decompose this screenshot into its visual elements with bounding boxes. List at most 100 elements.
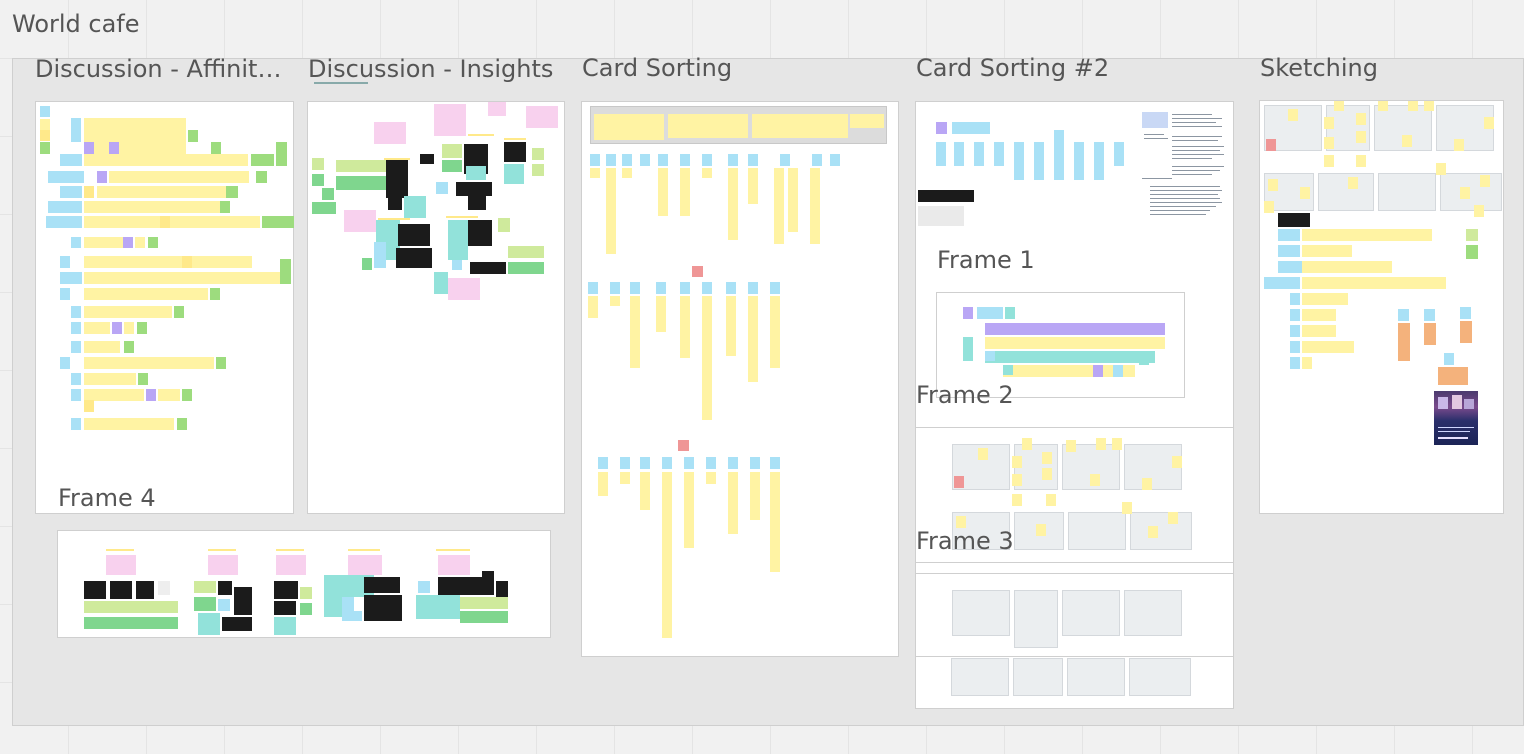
sticky-column[interactable] bbox=[770, 472, 780, 572]
sticky-cluster[interactable] bbox=[1302, 293, 1348, 305]
sticky-note[interactable] bbox=[220, 201, 230, 213]
sticky-note[interactable] bbox=[1324, 117, 1334, 129]
dark-card[interactable] bbox=[918, 190, 974, 202]
sticky-column[interactable] bbox=[728, 472, 738, 534]
sticky-note[interactable] bbox=[194, 581, 216, 593]
sticky-cluster[interactable] bbox=[1302, 245, 1352, 257]
sticky-column[interactable] bbox=[1014, 142, 1024, 180]
sketch-image[interactable] bbox=[1130, 512, 1192, 550]
sticky-cluster[interactable] bbox=[977, 307, 1003, 319]
sticky-cluster[interactable] bbox=[109, 171, 249, 183]
sticky-note[interactable] bbox=[188, 130, 198, 142]
sticky-note[interactable] bbox=[1012, 474, 1022, 486]
sticky-column[interactable] bbox=[702, 168, 712, 178]
sticky-note[interactable] bbox=[198, 613, 220, 635]
sticky-note[interactable] bbox=[598, 457, 608, 469]
sticky-note[interactable] bbox=[630, 282, 640, 294]
sticky-note[interactable] bbox=[684, 457, 694, 469]
sticky-note[interactable] bbox=[1090, 474, 1100, 486]
sticky-note[interactable] bbox=[748, 282, 758, 294]
sticky-note[interactable] bbox=[322, 188, 334, 200]
red-marker[interactable] bbox=[954, 476, 964, 488]
empty-card[interactable] bbox=[918, 206, 964, 226]
sticky-cluster[interactable] bbox=[84, 201, 224, 213]
dark-card[interactable] bbox=[438, 577, 482, 595]
frame-sketching[interactable] bbox=[1259, 100, 1504, 514]
sticky-note[interactable] bbox=[1290, 357, 1300, 369]
sticky-cluster[interactable] bbox=[46, 216, 82, 228]
sticky-note[interactable] bbox=[374, 122, 406, 144]
sticky-cluster[interactable] bbox=[952, 122, 990, 134]
sticky-note[interactable] bbox=[211, 142, 221, 154]
sticky-note[interactable] bbox=[1172, 456, 1182, 468]
sticky-note[interactable] bbox=[60, 288, 70, 300]
sticky-note[interactable] bbox=[218, 599, 230, 611]
sticky-note[interactable] bbox=[438, 607, 458, 619]
sticky-note[interactable] bbox=[256, 171, 267, 183]
sticky-note[interactable] bbox=[1268, 179, 1278, 191]
sticky-note[interactable] bbox=[348, 555, 382, 575]
dark-card[interactable] bbox=[364, 577, 400, 593]
sticky-note[interactable] bbox=[182, 389, 192, 401]
sticky-note[interactable] bbox=[606, 154, 616, 166]
sticky-note[interactable] bbox=[60, 357, 70, 369]
sticky-note[interactable] bbox=[610, 282, 620, 294]
sticky-note[interactable] bbox=[251, 154, 274, 166]
sticky-note[interactable] bbox=[1290, 341, 1300, 353]
dark-card[interactable] bbox=[234, 587, 252, 601]
sticky-cluster[interactable] bbox=[84, 306, 172, 318]
sticky-note[interactable] bbox=[1324, 137, 1334, 149]
frame-title-affinity[interactable]: Discussion - Affinity Mapping bbox=[35, 55, 293, 83]
sticky-column[interactable] bbox=[810, 168, 820, 244]
sketch-image[interactable] bbox=[1068, 512, 1126, 550]
sticky-cluster[interactable] bbox=[48, 171, 84, 183]
sticky-note[interactable] bbox=[436, 182, 448, 194]
sticky-note[interactable] bbox=[590, 154, 600, 166]
sticky-note[interactable] bbox=[280, 259, 291, 284]
sticky-cluster[interactable] bbox=[508, 262, 544, 274]
sticky-note[interactable] bbox=[40, 106, 50, 117]
sticky-note[interactable] bbox=[1334, 101, 1344, 111]
sticky-note[interactable] bbox=[1112, 438, 1122, 450]
sticky-note[interactable] bbox=[985, 351, 995, 361]
sticky-note[interactable] bbox=[1046, 494, 1056, 506]
sticky-note[interactable] bbox=[300, 587, 312, 599]
dark-card[interactable] bbox=[398, 224, 430, 246]
sticky-column[interactable] bbox=[662, 472, 672, 638]
frame-insights[interactable] bbox=[307, 101, 565, 514]
sticky-cluster[interactable] bbox=[508, 246, 544, 258]
sticky-note[interactable] bbox=[1042, 452, 1052, 464]
frame-title-frame4[interactable]: Frame 4 bbox=[58, 484, 156, 512]
sticky-note[interactable] bbox=[71, 118, 81, 142]
sticky-note[interactable] bbox=[124, 322, 134, 334]
frame-title-frame2[interactable]: Frame 2 bbox=[916, 381, 1014, 409]
sticky-note[interactable] bbox=[1424, 101, 1434, 111]
sticky-column[interactable] bbox=[1114, 142, 1124, 166]
sticky-cluster[interactable] bbox=[84, 357, 214, 369]
sticky-cluster[interactable] bbox=[1278, 245, 1300, 257]
sticky-cluster[interactable] bbox=[60, 186, 82, 198]
sticky-note[interactable] bbox=[71, 322, 81, 334]
sticky-note[interactable] bbox=[60, 256, 70, 268]
sticky-note[interactable] bbox=[702, 154, 712, 166]
sketch-image[interactable] bbox=[1062, 590, 1120, 636]
sticky-column[interactable] bbox=[1054, 130, 1064, 180]
sticky-note[interactable] bbox=[488, 102, 506, 116]
sticky-note[interactable] bbox=[97, 171, 107, 183]
sticky-column[interactable] bbox=[706, 472, 716, 484]
sticky-note[interactable] bbox=[312, 158, 324, 170]
dark-card[interactable] bbox=[482, 571, 494, 595]
sticky-cluster[interactable] bbox=[97, 186, 237, 198]
sticky-note[interactable] bbox=[770, 457, 780, 469]
dark-card[interactable] bbox=[364, 595, 402, 621]
sticky-note[interactable] bbox=[1356, 155, 1366, 167]
sticky-note[interactable] bbox=[84, 142, 94, 154]
dark-card[interactable] bbox=[468, 220, 492, 246]
sticky-note[interactable] bbox=[588, 282, 598, 294]
sticky-note[interactable] bbox=[1398, 309, 1409, 321]
sticky-cluster[interactable] bbox=[752, 114, 848, 138]
sticky-note[interactable] bbox=[226, 186, 238, 198]
sticky-note[interactable] bbox=[728, 457, 738, 469]
sticky-note[interactable] bbox=[726, 282, 736, 294]
sticky-column[interactable] bbox=[994, 142, 1004, 166]
